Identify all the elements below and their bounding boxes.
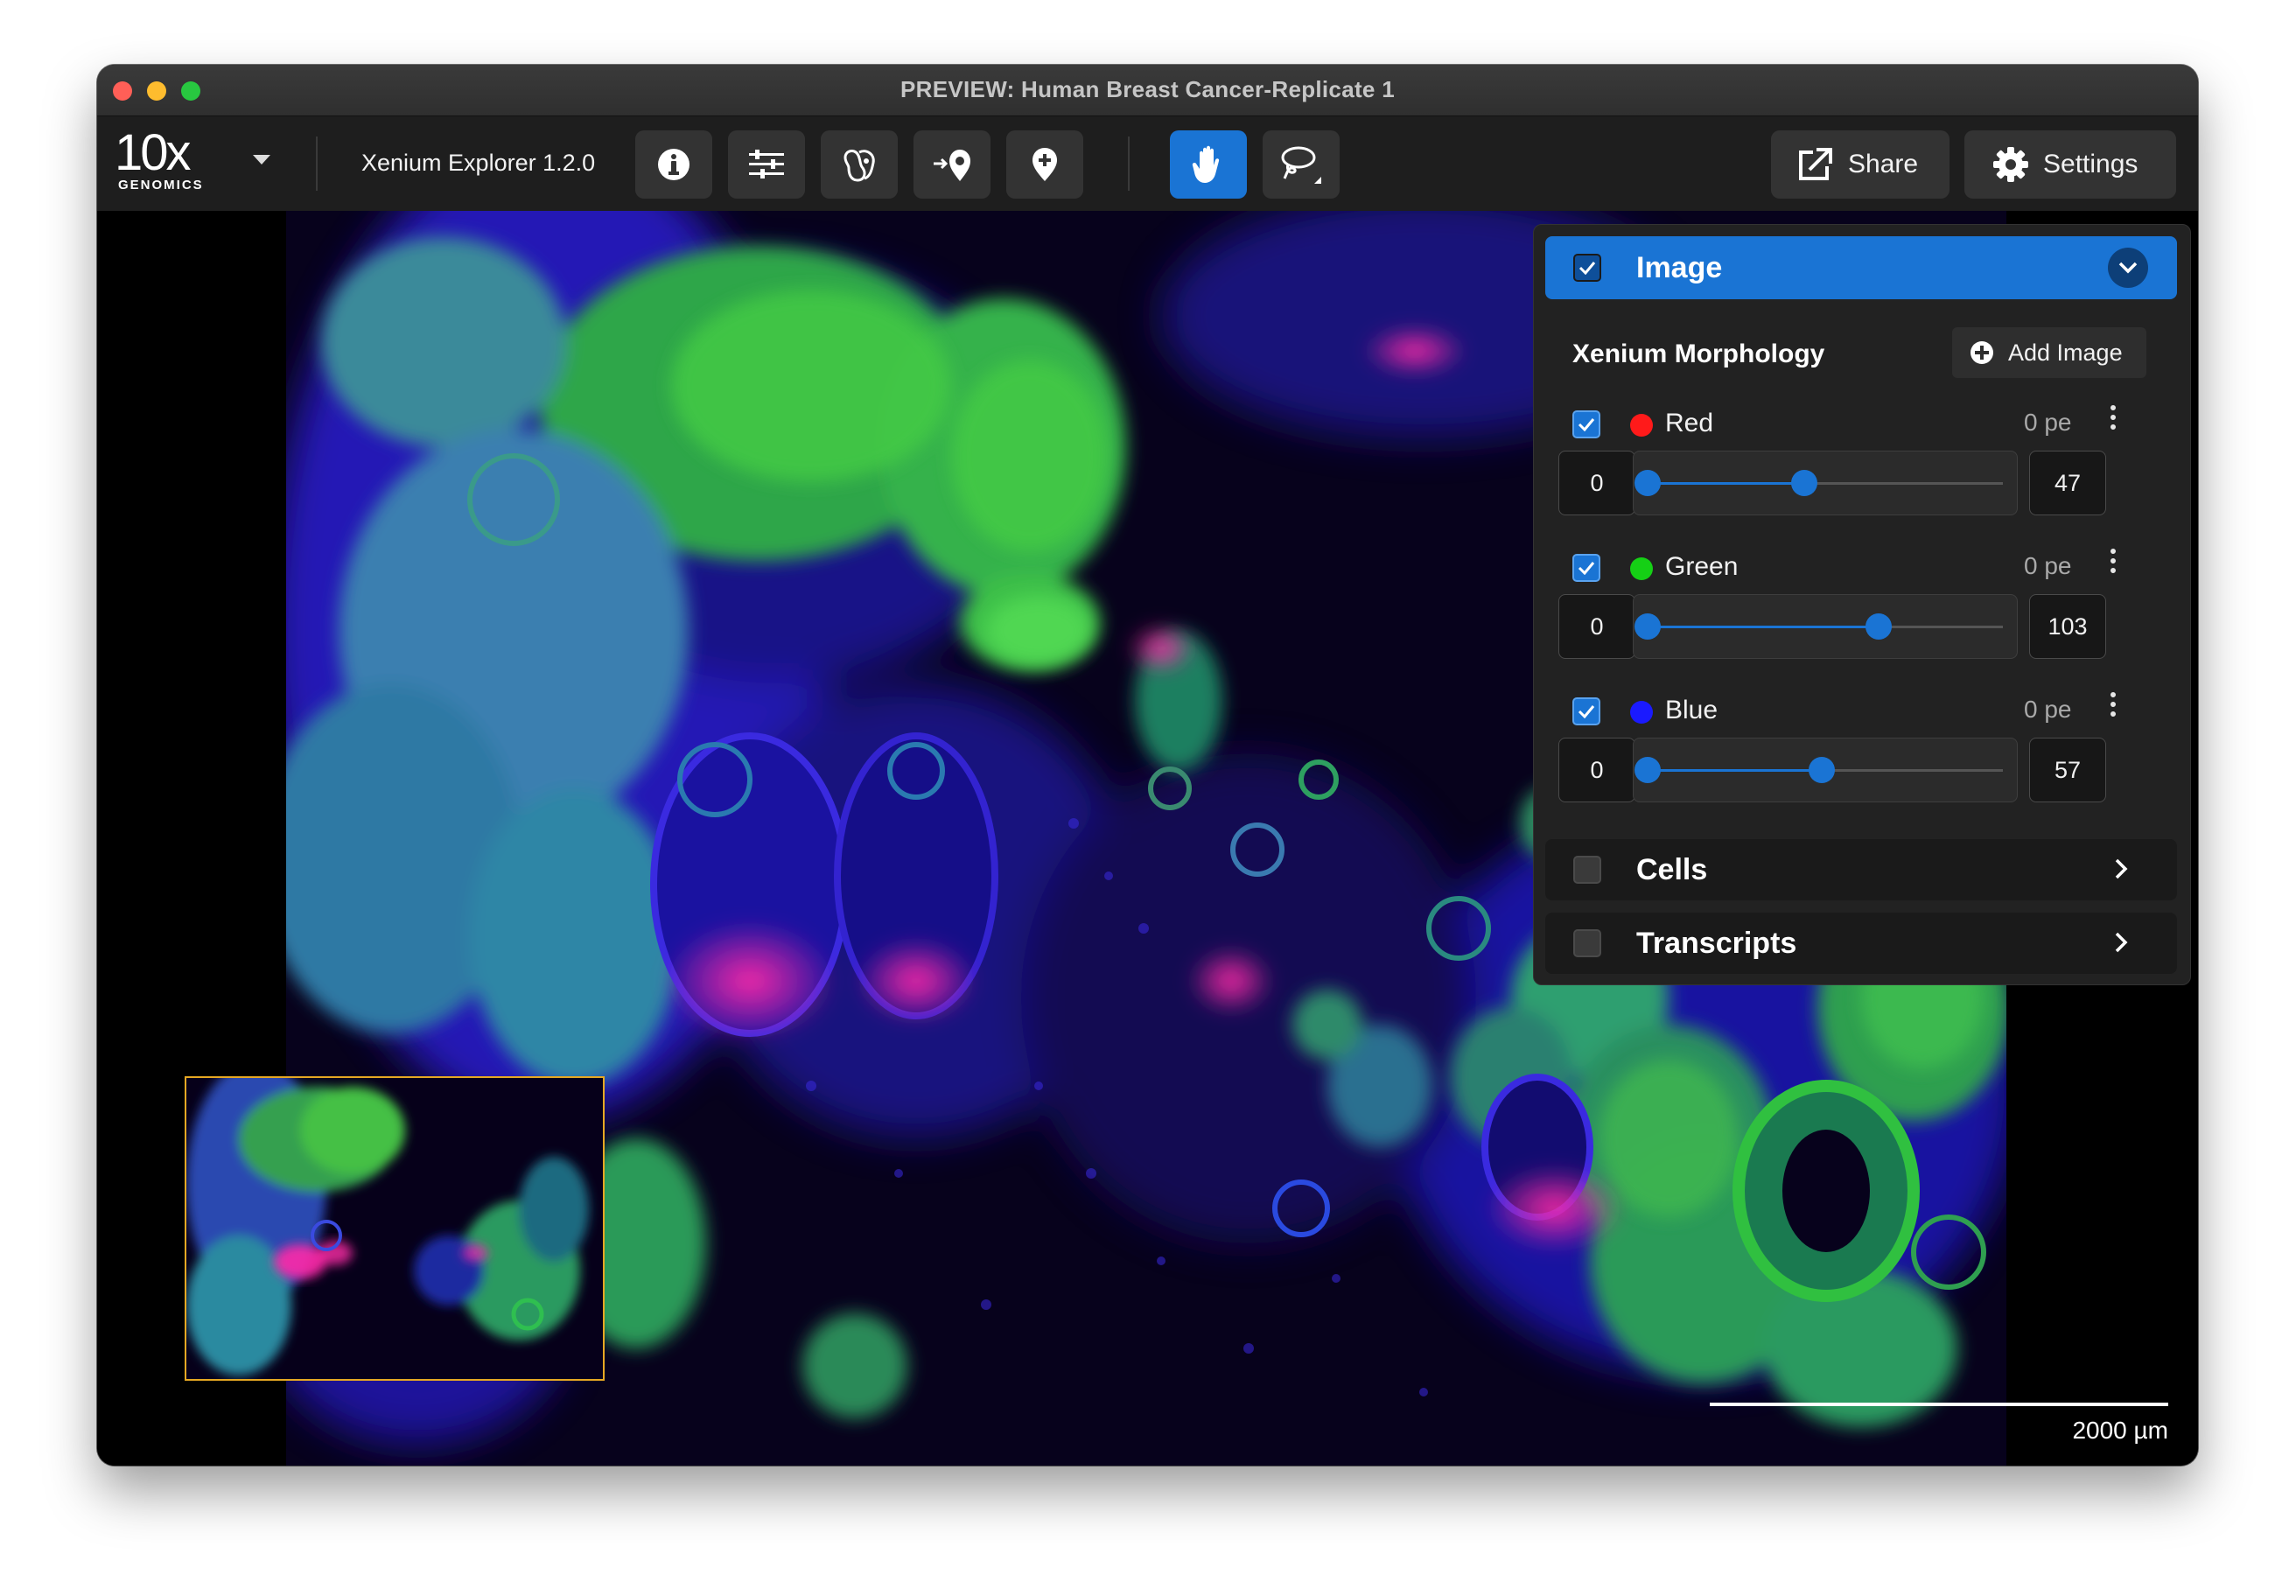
red-range-slider[interactable] xyxy=(1633,451,2018,515)
image-layer-checkbox[interactable] xyxy=(1573,254,1601,282)
checkmark-icon xyxy=(1578,705,1595,718)
red-channel-checkbox[interactable] xyxy=(1572,410,1600,438)
adjustments-button[interactable] xyxy=(728,130,805,199)
blue-channel-checkbox[interactable] xyxy=(1572,697,1600,725)
logo-text: 10x xyxy=(115,124,191,181)
toolbar-divider xyxy=(316,136,318,191)
channel-name: Blue xyxy=(1665,696,1718,724)
pan-tool-button[interactable] xyxy=(1170,130,1247,199)
lasso-tool-button[interactable] xyxy=(1263,130,1340,199)
checkmark-icon xyxy=(1578,262,1596,275)
title-bar: PREVIEW: Human Breast Cancer-Replicate 1 xyxy=(97,65,2198,116)
slider-max-handle[interactable] xyxy=(1808,757,1835,783)
channel-row-green: Green 0 pe 0 103 xyxy=(1534,543,2190,675)
channel-menu-icon[interactable] xyxy=(2110,549,2117,575)
transcripts-section-header[interactable]: Transcripts xyxy=(1545,913,2177,974)
channel-name: Red xyxy=(1665,409,1714,438)
cells-section-title: Cells xyxy=(1636,853,1708,886)
location-pin-button[interactable] xyxy=(1006,130,1083,199)
green-channel-checkbox[interactable] xyxy=(1572,554,1600,582)
gear-icon xyxy=(1993,147,2028,182)
settings-label: Settings xyxy=(2043,150,2138,178)
app-window: PREVIEW: Human Breast Cancer-Replicate 1… xyxy=(97,65,2198,1466)
plus-circle-icon xyxy=(1970,341,1993,364)
blue-range-slider[interactable] xyxy=(1633,738,2018,802)
logo-subtext: GENOMICS xyxy=(118,178,204,192)
scale-bar xyxy=(1710,1403,2168,1406)
channel-pe-value: 0 pe xyxy=(2024,552,2072,579)
red-max-input[interactable]: 47 xyxy=(2029,451,2106,515)
share-icon xyxy=(1799,148,1832,180)
red-min-input[interactable]: 0 xyxy=(1558,451,1635,515)
slider-min-handle[interactable] xyxy=(1634,757,1661,783)
blue-color-swatch[interactable] xyxy=(1630,701,1653,724)
app-version-label: Xenium Explorer 1.2.0 xyxy=(361,150,596,176)
collapse-image-section-button[interactable] xyxy=(2108,248,2148,288)
image-section-title: Image xyxy=(1636,251,1723,284)
transcripts-section-title: Transcripts xyxy=(1636,927,1797,960)
slider-min-handle[interactable] xyxy=(1634,613,1661,640)
channel-pe-value: 0 pe xyxy=(2024,409,2072,436)
blue-max-input[interactable]: 57 xyxy=(2029,738,2106,802)
add-image-label: Add Image xyxy=(2008,339,2123,366)
10x-genomics-logo[interactable]: 10x GENOMICS xyxy=(115,124,228,197)
green-max-input[interactable]: 103 xyxy=(2029,594,2106,659)
share-label: Share xyxy=(1848,150,1919,178)
cells-section-header[interactable]: Cells xyxy=(1545,839,2177,900)
chevron-right-icon[interactable] xyxy=(2114,858,2128,880)
scale-bar-label: 2000 µm xyxy=(2072,1417,2168,1444)
red-color-swatch[interactable] xyxy=(1630,414,1653,437)
sliders-icon xyxy=(749,150,784,178)
cell-segmentation-icon xyxy=(844,150,875,182)
channel-row-blue: Blue 0 pe 0 57 xyxy=(1534,687,2190,818)
channel-name: Green xyxy=(1665,552,1739,581)
image-viewer[interactable]: 2000 µm Image Xenium Morphology Add Imag… xyxy=(97,211,2198,1466)
blue-min-input[interactable]: 0 xyxy=(1558,738,1635,802)
green-color-swatch[interactable] xyxy=(1630,557,1653,580)
settings-button[interactable]: Settings xyxy=(1964,130,2176,199)
slider-max-handle[interactable] xyxy=(1865,613,1892,640)
channel-menu-icon[interactable] xyxy=(2110,405,2117,431)
chevron-right-icon[interactable] xyxy=(2114,931,2128,954)
channel-pe-value: 0 pe xyxy=(2024,696,2072,723)
window-title: PREVIEW: Human Breast Cancer-Replicate 1 xyxy=(900,76,1395,102)
location-pin-icon xyxy=(1032,148,1057,181)
lasso-icon xyxy=(1281,146,1321,184)
checkmark-icon xyxy=(1578,418,1595,431)
transcripts-layer-checkbox[interactable] xyxy=(1573,929,1601,957)
green-range-slider[interactable] xyxy=(1633,594,2018,659)
chevron-down-icon xyxy=(2118,262,2138,274)
add-location-icon xyxy=(934,150,970,181)
overview-minimap[interactable] xyxy=(185,1076,605,1381)
info-icon xyxy=(658,149,690,180)
slider-min-handle[interactable] xyxy=(1634,470,1661,496)
channel-row-red: Red 0 pe 0 47 xyxy=(1534,400,2190,531)
channel-menu-icon[interactable] xyxy=(2110,692,2117,718)
green-min-input[interactable]: 0 xyxy=(1558,594,1635,659)
info-button[interactable] xyxy=(635,130,712,199)
hand-pan-icon xyxy=(1192,145,1220,183)
slider-max-handle[interactable] xyxy=(1790,470,1817,496)
cell-segmentation-button[interactable] xyxy=(821,130,898,199)
toolbar: 10x GENOMICS Xenium Explorer 1.2.0 Share… xyxy=(97,116,2198,211)
morphology-title: Xenium Morphology xyxy=(1572,340,1825,368)
share-button[interactable]: Share xyxy=(1771,130,1950,199)
image-section-header[interactable]: Image xyxy=(1545,236,2177,299)
checkmark-icon xyxy=(1578,562,1595,575)
add-location-button[interactable] xyxy=(914,130,990,199)
chevron-down-icon[interactable] xyxy=(253,155,270,164)
toolbar-divider xyxy=(1128,136,1130,191)
layers-panel: Image Xenium Morphology Add Image Red 0 … xyxy=(1533,224,2191,985)
cells-layer-checkbox[interactable] xyxy=(1573,856,1601,884)
add-image-button[interactable]: Add Image xyxy=(1952,327,2146,378)
